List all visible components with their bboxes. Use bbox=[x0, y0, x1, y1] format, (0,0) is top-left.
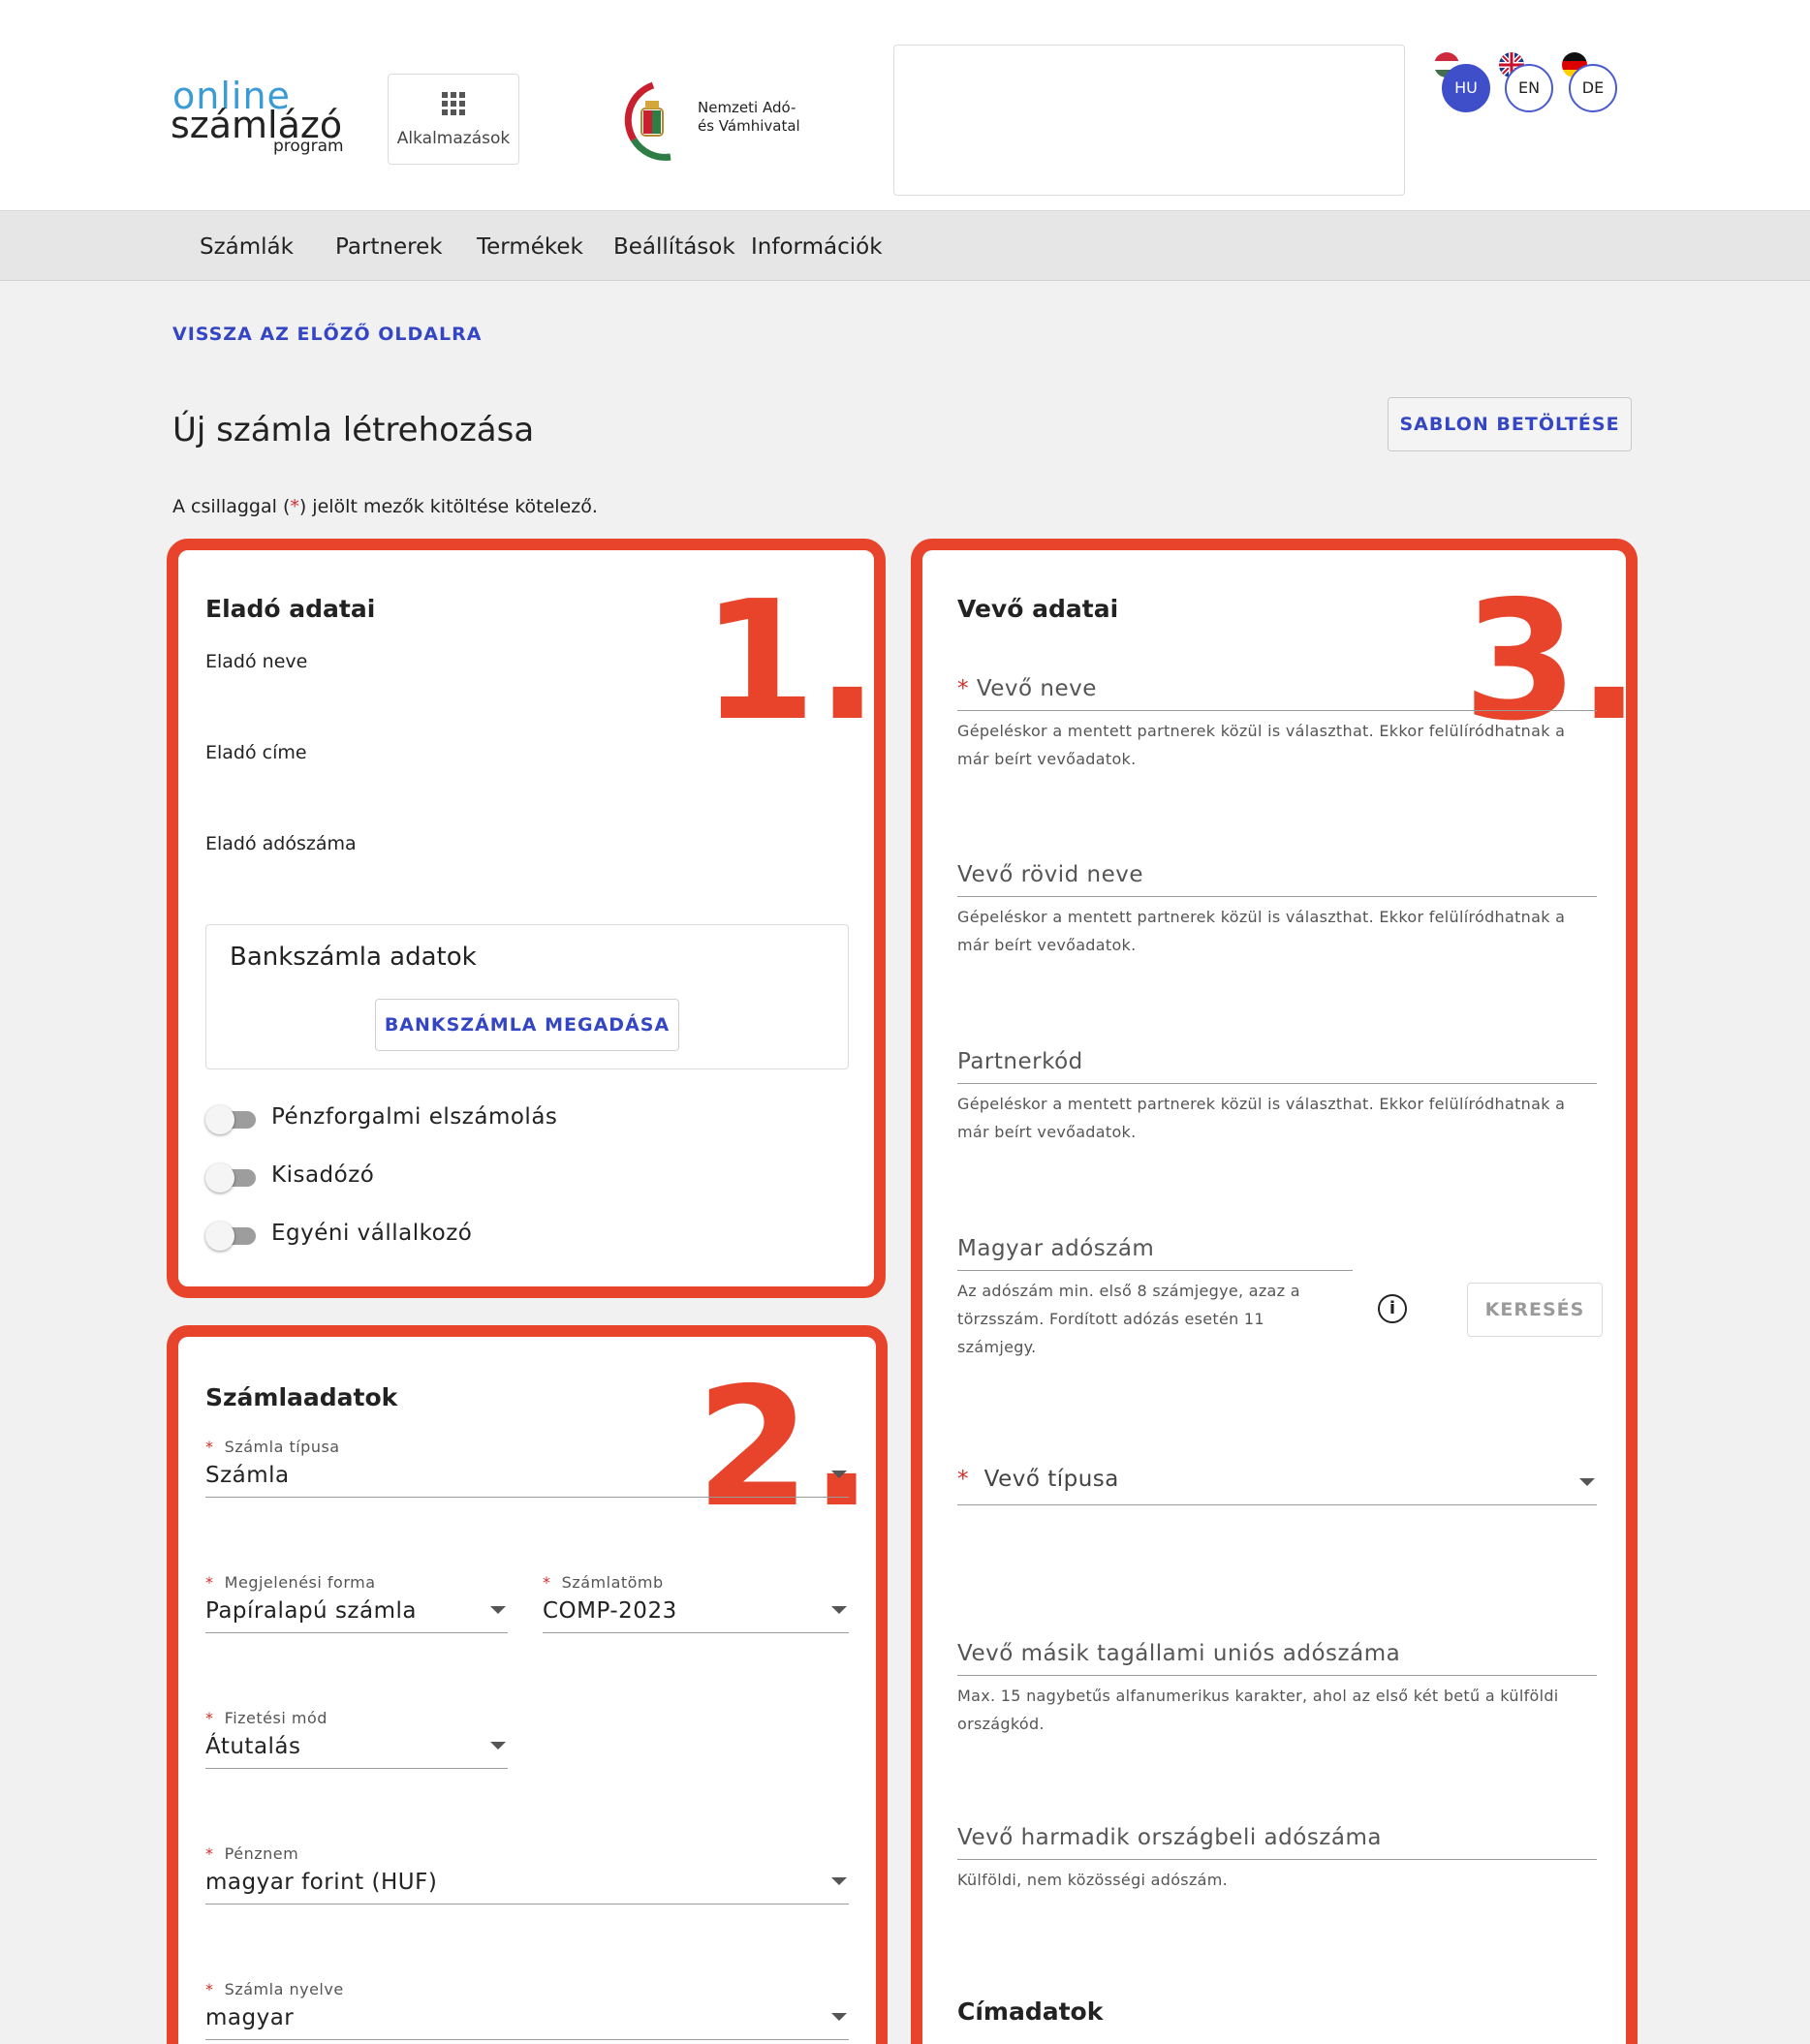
display-format-value: Papíralapú számla bbox=[205, 1598, 417, 1624]
third-country-tax-input[interactable]: Vevő harmadik országbeli adószáma bbox=[957, 1817, 1597, 1860]
nav-item-products[interactable]: Termékek bbox=[477, 234, 583, 260]
required-note: A csillaggal (*) jelölt mezők kitöltése … bbox=[172, 496, 598, 517]
sole-trader-label: Egyéni vállalkozó bbox=[271, 1221, 473, 1246]
address-section-title: Címadatok bbox=[957, 1998, 1104, 2026]
lang-de-button[interactable]: DE bbox=[1569, 64, 1617, 112]
load-template-button[interactable]: SABLON BETÖLTÉSE bbox=[1388, 397, 1632, 451]
nav-logo-line2: és Vámhivatal bbox=[698, 117, 800, 135]
chevron-down-icon bbox=[1579, 1478, 1595, 1486]
invoice-block-label: * Számlatömb bbox=[543, 1573, 664, 1592]
hungarian-tax-number-input[interactable]: Magyar adószám bbox=[957, 1228, 1353, 1271]
buyer-short-name-input[interactable]: Vevő rövid neve bbox=[957, 854, 1597, 897]
third-country-tax-hint: Külföldi, nem közösségi adószám. bbox=[957, 1871, 1229, 1889]
chevron-down-icon bbox=[831, 1877, 847, 1885]
currency-label: * Pénznem bbox=[205, 1844, 299, 1863]
back-link[interactable]: VISSZA AZ ELŐZŐ OLDALRA bbox=[172, 324, 482, 345]
tax-search-button[interactable]: KERESÉS bbox=[1467, 1283, 1603, 1337]
third-country-tax-label: Vevő harmadik országbeli adószáma bbox=[957, 1825, 1382, 1850]
invoice-type-label: * Számla típusa bbox=[205, 1438, 340, 1456]
buyer-name-input[interactable]: * Vevő neve bbox=[957, 668, 1597, 711]
small-taxpayer-label: Kisadózó bbox=[271, 1162, 375, 1188]
invoice-language-label: * Számla nyelve bbox=[205, 1980, 344, 1998]
seller-section-title: Eladó adatai bbox=[205, 595, 376, 623]
nav-item-settings[interactable]: Beállítások bbox=[613, 234, 735, 260]
banner-box bbox=[893, 45, 1405, 196]
app-logo[interactable]: online számlázó program bbox=[171, 77, 345, 159]
apps-button[interactable]: Alkalmazások bbox=[388, 74, 519, 165]
buyer-type-select[interactable]: * Vevő típusa bbox=[957, 1461, 1597, 1505]
buyer-panel: 3. Vevő adatai * Vevő neve Gépeléskor a … bbox=[911, 539, 1640, 2044]
invoice-section-title: Számlaadatok bbox=[205, 1383, 398, 1411]
small-taxpayer-toggle[interactable] bbox=[205, 1162, 258, 1192]
page-title: Új számla létrehozása bbox=[172, 411, 535, 449]
bank-account-box: Bankszámla adatok BANKSZÁMLA MEGADÁSA bbox=[205, 924, 849, 1069]
payment-method-select[interactable]: * Fizetési mód Átutalás bbox=[205, 1709, 508, 1769]
currency-select[interactable]: * Pénznem magyar forint (HUF) bbox=[205, 1844, 849, 1905]
lang-en-button[interactable]: EN bbox=[1505, 64, 1553, 112]
main-nav: Számlák Partnerek Termékek Beállítások I… bbox=[0, 211, 1810, 281]
chevron-down-icon bbox=[490, 1742, 506, 1750]
buyer-name-label: * Vevő neve bbox=[957, 676, 1097, 701]
nav-item-information[interactable]: Információk bbox=[751, 234, 883, 260]
seller-panel: 1. Eladó adatai Eladó neve Eladó címe El… bbox=[167, 539, 886, 1298]
chevron-down-icon bbox=[831, 2013, 847, 2021]
currency-value: magyar forint (HUF) bbox=[205, 1870, 438, 1895]
buyer-section-title: Vevő adatai bbox=[957, 595, 1119, 623]
payment-method-label: * Fizetési mód bbox=[205, 1709, 328, 1727]
nav-item-partners[interactable]: Partnerek bbox=[335, 234, 443, 260]
sole-trader-toggle[interactable] bbox=[205, 1221, 258, 1251]
buyer-short-name-label: Vevő rövid neve bbox=[957, 862, 1144, 887]
bank-account-title: Bankszámla adatok bbox=[230, 943, 477, 972]
seller-name-label: Eladó neve bbox=[205, 651, 308, 672]
hungarian-tax-number-hint: Az adószám min. első 8 számjegye, azaz a… bbox=[957, 1282, 1300, 1356]
add-bank-account-button[interactable]: BANKSZÁMLA MEGADÁSA bbox=[375, 999, 679, 1051]
apps-grid-icon bbox=[442, 92, 465, 115]
display-format-select[interactable]: * Megjelenési forma Papíralapú számla bbox=[205, 1573, 508, 1633]
partner-code-label: Partnerkód bbox=[957, 1049, 1083, 1074]
nav-emblem-icon bbox=[624, 81, 671, 161]
invoice-language-select[interactable]: * Számla nyelve magyar bbox=[205, 1980, 849, 2040]
annotation-number-1: 1. bbox=[702, 566, 879, 758]
invoice-data-panel: 2. Számlaadatok * Számla típusa Számla *… bbox=[167, 1325, 888, 2044]
nav-item-invoices[interactable]: Számlák bbox=[200, 234, 294, 260]
invoice-block-value: COMP-2023 bbox=[543, 1598, 677, 1624]
payment-method-value: Átutalás bbox=[205, 1734, 301, 1759]
chevron-down-icon bbox=[831, 1471, 847, 1478]
apps-label: Alkalmazások bbox=[396, 129, 511, 148]
lang-hu-button[interactable]: HU bbox=[1442, 64, 1490, 112]
buyer-type-label: * Vevő típusa bbox=[957, 1467, 1119, 1492]
buyer-short-name-hint: Gépeléskor a mentett partnerek közül is … bbox=[957, 908, 1566, 954]
cash-accounting-label: Pénzforgalmi elszámolás bbox=[271, 1104, 558, 1130]
header: online számlázó program Alkalmazások Nem… bbox=[0, 0, 1810, 211]
hungarian-tax-number-label: Magyar adószám bbox=[957, 1236, 1155, 1261]
display-format-label: * Megjelenési forma bbox=[205, 1573, 376, 1592]
logo-line3: program bbox=[273, 137, 344, 156]
nav-logo-line1: Nemzeti Adó- bbox=[698, 99, 796, 116]
seller-address-label: Eladó címe bbox=[205, 742, 307, 763]
buyer-name-hint: Gépeléskor a mentett partnerek közül is … bbox=[957, 722, 1566, 768]
partner-code-hint: Gépeléskor a mentett partnerek közül is … bbox=[957, 1095, 1566, 1141]
eu-tax-number-input[interactable]: Vevő másik tagállami uniós adószáma bbox=[957, 1633, 1597, 1676]
required-asterisk: * bbox=[290, 496, 299, 517]
invoice-type-select[interactable]: * Számla típusa Számla bbox=[205, 1438, 849, 1498]
info-icon[interactable]: i bbox=[1378, 1294, 1407, 1323]
nav-authority-logo: Nemzeti Adó- és Vámhivatal bbox=[624, 77, 818, 165]
partner-code-input[interactable]: Partnerkód bbox=[957, 1041, 1597, 1084]
invoice-block-select[interactable]: * Számlatömb COMP-2023 bbox=[543, 1573, 849, 1633]
eu-tax-number-label: Vevő másik tagállami uniós adószáma bbox=[957, 1641, 1401, 1666]
invoice-language-value: magyar bbox=[205, 2005, 295, 2030]
eu-tax-number-hint: Max. 15 nagybetűs alfanumerikus karakter… bbox=[957, 1687, 1559, 1733]
chevron-down-icon bbox=[831, 1606, 847, 1614]
cash-accounting-toggle[interactable] bbox=[205, 1104, 258, 1134]
invoice-type-value: Számla bbox=[205, 1463, 290, 1488]
seller-tax-label: Eladó adószáma bbox=[205, 833, 357, 854]
chevron-down-icon bbox=[490, 1606, 506, 1614]
